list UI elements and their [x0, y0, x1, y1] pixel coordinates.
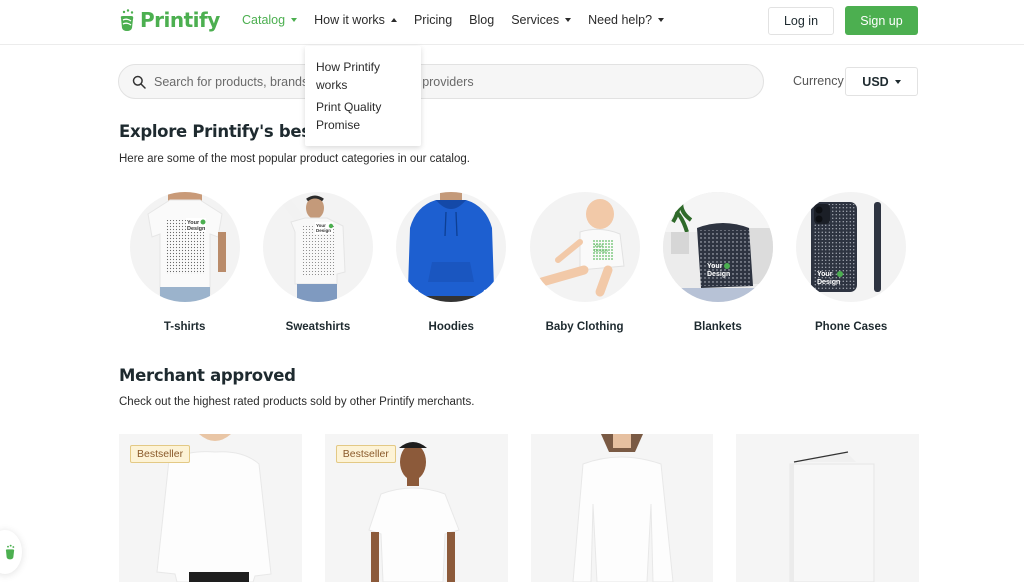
product-list: Bestseller Bestseller [119, 434, 919, 582]
how-it-works-dropdown: How Printify works Print Quality Promise [305, 46, 421, 146]
merchant-subtitle: Check out the highest rated products sol… [119, 396, 475, 408]
chevron-down-icon [291, 18, 298, 22]
nav-blog-label: Blog [469, 13, 495, 27]
chevron-down-icon [565, 18, 572, 22]
category-phone-cases[interactable]: Your Design Phone Cases [784, 192, 917, 333]
product-card[interactable] [530, 434, 714, 582]
product-card[interactable]: Bestseller [324, 434, 508, 582]
site-header: Printify Catalog How it works Pricing Bl… [0, 0, 1024, 45]
bestseller-badge: Bestseller [335, 445, 396, 463]
search-icon [132, 75, 146, 89]
category-label: T-shirts [163, 321, 206, 333]
currency-label: Currency [793, 74, 844, 88]
category-hoodies[interactable]: Hoodies [385, 192, 518, 333]
chevron-down-icon [894, 79, 901, 84]
search-bar [118, 64, 764, 99]
chevron-down-icon [658, 18, 665, 22]
bestseller-badge: Bestseller [130, 445, 191, 463]
category-label: Sweatshirts [285, 321, 351, 333]
product-card[interactable] [736, 434, 919, 582]
svg-text:Design: Design [817, 279, 840, 286]
nav-catalog-label: Catalog [242, 13, 286, 27]
category-image-blankets: Your Design [662, 192, 773, 302]
product-image [789, 451, 875, 582]
product-image [571, 434, 674, 582]
printify-logo[interactable]: Printify [118, 8, 220, 32]
nav-services[interactable]: Services [511, 13, 572, 27]
explore-subtitle: Here are some of the most popular produc… [119, 153, 470, 165]
explore-title: Explore Printify's best [119, 122, 319, 141]
logo-text: Printify [140, 8, 220, 32]
nav-blog[interactable]: Blog [469, 13, 494, 27]
nav-how-it-works-label: How it works [314, 13, 385, 27]
nav-need-help-label: Need help? [588, 13, 653, 27]
category-image-hoodies [396, 192, 507, 302]
chevron-up-icon [390, 18, 397, 22]
floating-help-button[interactable] [0, 530, 22, 574]
category-label: Phone Cases [815, 321, 888, 333]
svg-text:Your: Your [707, 263, 723, 270]
printify-logo-icon [5, 544, 15, 560]
nav-services-label: Services [511, 13, 560, 27]
currency-select[interactable]: USD [845, 67, 918, 96]
svg-text:Design: Design [187, 226, 206, 232]
category-image-phone-cases: Your Design [796, 192, 907, 302]
svg-text:Your: Your [817, 271, 833, 278]
dropdown-item-how-printify-works[interactable]: How Printify works [316, 58, 410, 94]
nav-pricing-label: Pricing [413, 13, 453, 27]
login-button[interactable]: Log in [768, 7, 834, 35]
category-baby-clothing[interactable]: Your Design Baby Clothing [518, 192, 651, 333]
category-tshirts[interactable]: Your Design T-shirts [118, 192, 251, 333]
search-input[interactable] [154, 74, 734, 89]
category-label: Baby Clothing [545, 321, 624, 333]
category-label: Blankets [693, 321, 742, 333]
category-label: Hoodies [428, 321, 474, 333]
merchant-title: Merchant approved [119, 366, 296, 385]
category-image-baby-clothing: Your Design [529, 192, 640, 302]
printify-logo-icon [120, 9, 134, 31]
signup-button[interactable]: Sign up [845, 6, 918, 35]
category-blankets[interactable]: Your Design Blankets [651, 192, 784, 333]
svg-text:Design: Design [316, 228, 331, 233]
category-sweatshirts[interactable]: Your Design Sweatshirts [251, 192, 384, 333]
currency-value: USD [862, 74, 889, 89]
category-image-tshirts: Your Design [129, 192, 240, 302]
category-image-sweatshirts: Your Design [262, 192, 373, 302]
nav-need-help[interactable]: Need help? [588, 13, 665, 27]
dropdown-item-print-quality-promise[interactable]: Print Quality Promise [316, 98, 410, 134]
svg-text:Design: Design [707, 271, 730, 278]
nav-catalog[interactable]: Catalog [242, 13, 298, 27]
svg-text:Design: Design [594, 248, 609, 253]
main-nav: Catalog How it works Pricing Blog Servic… [242, 0, 681, 40]
category-list: Your Design T-shirts Your Design Sweatsh… [118, 192, 918, 333]
nav-pricing[interactable]: Pricing [414, 13, 452, 27]
product-card[interactable]: Bestseller [119, 434, 302, 582]
nav-how-it-works[interactable]: How it works [314, 13, 397, 27]
